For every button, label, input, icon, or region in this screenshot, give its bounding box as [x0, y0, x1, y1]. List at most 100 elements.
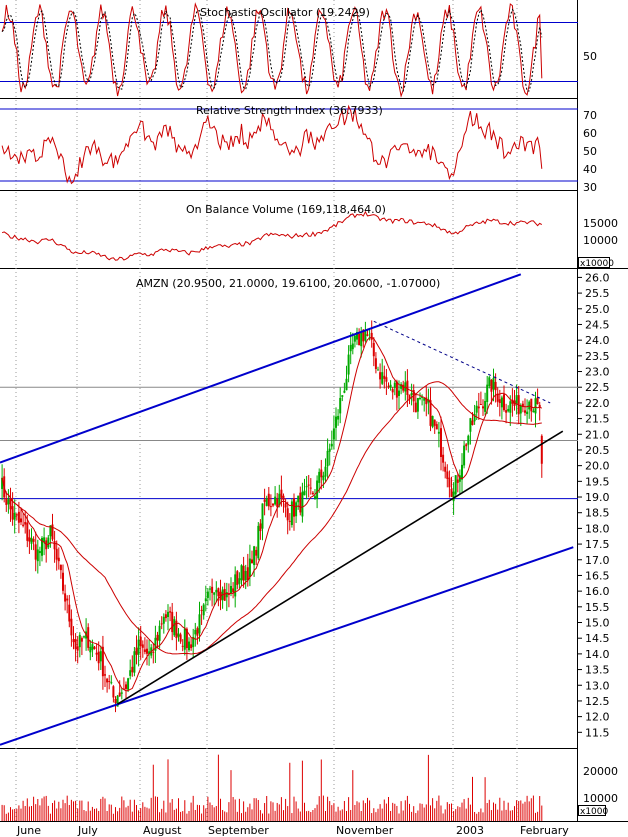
volume-multiplier: x1000: [580, 807, 609, 817]
price-panel: [0, 273, 578, 746]
candle-body: [217, 588, 220, 597]
candle-body: [91, 644, 94, 651]
candle-body: [181, 645, 184, 647]
candle-body: [24, 522, 27, 525]
candle-body: [309, 487, 312, 489]
candle-body: [57, 557, 60, 562]
candle-body: [80, 638, 83, 642]
candle-body: [177, 633, 180, 637]
candle-body: [141, 644, 144, 648]
candle-body: [358, 333, 361, 346]
candle-body: [461, 464, 463, 480]
price-tick-label: 17.5: [585, 538, 610, 551]
candle-body: [288, 520, 291, 522]
support-trendline: [117, 430, 564, 705]
candle-body: [456, 479, 459, 483]
obv-tick-label: 10000: [583, 234, 618, 247]
candle-body: [131, 666, 134, 673]
candle-body: [280, 489, 283, 498]
candle-body: [36, 549, 39, 562]
rsi-tick-label: 70: [583, 109, 597, 122]
candle-body: [269, 506, 272, 508]
price-tick-label: 13.5: [585, 664, 610, 677]
candle-body: [370, 332, 373, 340]
candle-body: [13, 512, 16, 520]
candle-body: [364, 330, 367, 341]
candle-body: [503, 394, 505, 411]
candle-body: [351, 343, 354, 350]
candle-body: [324, 466, 327, 477]
price-tick-label: 21.5: [585, 413, 610, 426]
candle-body: [234, 574, 237, 597]
candle-body: [276, 498, 279, 507]
rsi-tick-label: 50: [583, 145, 597, 158]
price-tick-label: 19.5: [585, 475, 610, 488]
candle-body: [322, 475, 325, 481]
resistance-dashed-line: [373, 320, 551, 404]
candle-body: [97, 651, 100, 664]
rsi-title: Relative Strength Index (36.7933): [196, 104, 383, 117]
candle-body: [416, 397, 419, 412]
volume-panel: [1, 754, 543, 821]
price-axis: 26.0 25.5 25.0 24.5 24.0 23.5 23.0 22.5 22.0 21.5…: [578, 271, 610, 739]
candle-body: [524, 410, 526, 413]
candle-body: [383, 375, 386, 379]
candle-body: [454, 475, 457, 495]
candle-body: [305, 486, 308, 488]
candle-body: [190, 644, 193, 649]
candle-body: [236, 571, 239, 585]
candle-body: [202, 604, 205, 616]
candle-body: [263, 499, 266, 502]
price-tick-label: 14.0: [585, 648, 610, 661]
rsi-line: [1, 104, 543, 185]
candle-body: [507, 408, 510, 412]
candle-body: [326, 450, 329, 467]
candle-body: [299, 492, 302, 513]
channel-upper-line: [0, 273, 522, 464]
candle-body: [17, 511, 20, 523]
candle-body: [505, 410, 508, 413]
candle-body: [490, 379, 493, 392]
candle-body: [532, 410, 535, 413]
candle-body: [374, 358, 377, 369]
x-tick-label: June: [16, 824, 41, 837]
price-tick-label: 12.0: [585, 711, 610, 724]
obv-title: On Balance Volume (169,118,464.0): [186, 203, 386, 216]
candle-body: [450, 488, 453, 497]
candle-body: [332, 428, 335, 440]
candle-body: [160, 623, 163, 625]
candle-body: [477, 406, 480, 409]
candle-body: [143, 649, 146, 652]
candle-body: [213, 592, 216, 595]
obv-axis: 15000 10000 x10000: [578, 217, 618, 269]
candle-body: [446, 471, 449, 479]
volume-tick-label: 20000: [583, 765, 618, 778]
candle-body: [267, 493, 270, 507]
price-tick-label: 13.0: [585, 679, 610, 692]
obv-tick-label: 15000: [583, 217, 618, 230]
x-tick-label: February: [520, 824, 569, 837]
candle-body: [500, 397, 503, 408]
candle-body: [251, 559, 253, 564]
candle-body: [242, 565, 245, 581]
rsi-tick-label: 40: [583, 163, 597, 176]
candle-body: [465, 444, 468, 447]
candle-body: [484, 400, 487, 412]
candle-body: [536, 397, 539, 405]
price-tick-label: 25.0: [585, 303, 610, 316]
candle-body: [156, 634, 159, 641]
price-tick-label: 23.0: [585, 366, 610, 379]
candle-body: [22, 524, 25, 526]
candle-body: [471, 420, 474, 425]
price-tick-label: 11.5: [585, 726, 610, 739]
candle-body: [437, 431, 440, 434]
chart-svg: Stochastic Oscillator (19.2429) Relative…: [0, 0, 628, 837]
x-tick-label: November: [336, 824, 394, 837]
candle-body: [253, 546, 256, 566]
candle-body: [7, 499, 10, 505]
candle-body: [206, 591, 209, 598]
candle-body: [469, 418, 472, 432]
candle-body: [479, 403, 482, 405]
candle-body: [444, 466, 447, 472]
candle-body: [167, 611, 169, 618]
